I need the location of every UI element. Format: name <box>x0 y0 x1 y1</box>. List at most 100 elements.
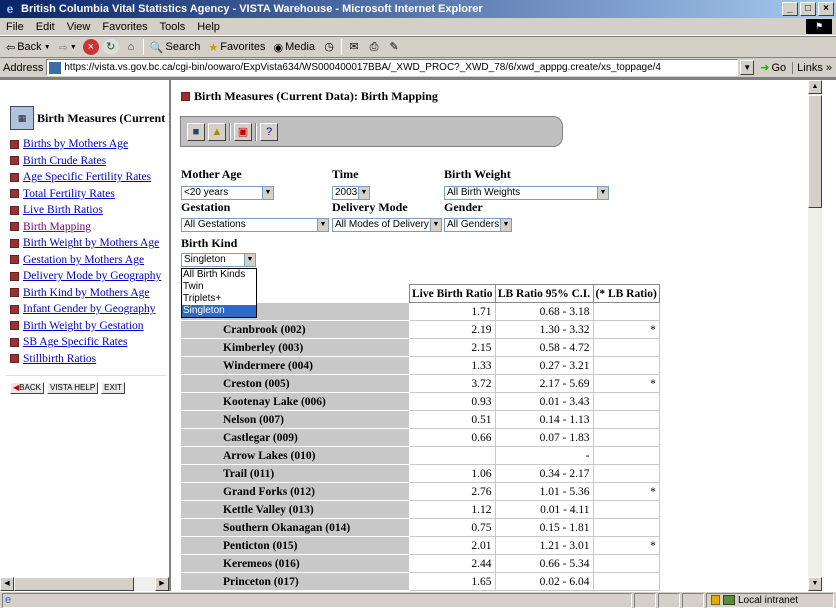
birth-kind-dropdown-list: All Birth Kinds Twin Triplets+ Singleton <box>181 268 257 318</box>
menu-file[interactable]: File <box>0 21 30 33</box>
nav-item[interactable]: Birth Weight by Mothers Age <box>10 235 169 252</box>
star-cell <box>592 410 660 429</box>
scroll-thumb[interactable] <box>808 95 822 208</box>
calendar-icon[interactable]: ▣ <box>234 122 252 141</box>
menu-help[interactable]: Help <box>191 21 226 33</box>
address-dropdown-icon[interactable]: ▼ <box>740 60 755 75</box>
main-vertical-scrollbar[interactable]: ▲ ▼ <box>808 80 822 591</box>
nav-link[interactable]: SB Age Specific Rates <box>23 336 127 348</box>
nav-link[interactable]: Total Fertility Rates <box>23 188 115 200</box>
nav-link[interactable]: Age Specific Fertility Rates <box>23 171 151 183</box>
delivery-mode-select[interactable]: All Modes of Delivery ▼ <box>332 218 442 232</box>
ci-cell: 0.02 - 6.04 <box>494 572 594 591</box>
toolbar: ⇦ Back ▼ ⇨ ▼ × ↻ ⌂ 🔍 Search ★ Favorites … <box>0 36 836 58</box>
nav-link[interactable]: Infant Gender by Geography <box>23 303 156 315</box>
nav-item[interactable]: Birth Weight by Gestation <box>10 318 169 335</box>
nav-item[interactable]: Birth Crude Rates <box>10 153 169 170</box>
time-select[interactable]: 2003 ▼ <box>332 186 370 200</box>
nav-link[interactable]: Stillbirth Ratios <box>23 353 96 365</box>
gestation-select[interactable]: All Gestations ▼ <box>181 218 329 232</box>
mail-icon[interactable]: ✉ <box>346 39 362 55</box>
gender-select[interactable]: All Genders ▼ <box>444 218 512 232</box>
close-button[interactable]: × <box>818 2 834 16</box>
menu-edit[interactable]: Edit <box>30 21 61 33</box>
dropdown-option[interactable]: Triplets+ <box>182 293 256 305</box>
forward-button[interactable]: ⇨ ▼ <box>57 37 79 57</box>
help-icon[interactable]: ? <box>260 122 278 141</box>
vista-help-button[interactable]: VISTA HELP <box>46 382 99 394</box>
birth-kind-select[interactable]: Singleton ▼ <box>181 253 256 267</box>
scroll-thumb[interactable] <box>14 577 134 591</box>
nav-item[interactable]: SB Age Specific Rates <box>10 334 169 351</box>
nav-item[interactable]: Age Specific Fertility Rates <box>10 169 169 186</box>
scroll-track[interactable] <box>134 577 155 591</box>
area-cell: Arrow Lakes (010) <box>180 446 410 465</box>
dropdown-option-selected[interactable]: Singleton <box>182 305 256 317</box>
back-arrow-icon: ⇦ <box>6 41 16 54</box>
menu-favorites[interactable]: Favorites <box>96 21 153 33</box>
nav-link[interactable]: Births by Mothers Age <box>23 138 128 150</box>
main-frame: Birth Measures (Current Data): Birth Map… <box>173 80 822 591</box>
area-cell: Trail (011) <box>180 464 410 483</box>
scroll-left-icon[interactable]: ◀ <box>0 577 14 591</box>
dropdown-option[interactable]: All Birth Kinds <box>182 269 256 281</box>
left-horizontal-scrollbar[interactable]: ◀ ▶ <box>0 577 169 591</box>
nav-item[interactable]: Birth Kind by Mothers Age <box>10 285 169 302</box>
favorites-button[interactable]: ★ Favorites <box>206 37 267 57</box>
nav-item[interactable]: Delivery Mode by Geography <box>10 268 169 285</box>
back-nav-button[interactable]: ◀BACK <box>10 382 44 394</box>
scroll-down-icon[interactable]: ▼ <box>808 577 822 591</box>
nav-link[interactable]: Birth Crude Rates <box>23 155 106 167</box>
cube-icon <box>10 172 19 182</box>
home-icon[interactable]: ⌂ <box>123 39 139 55</box>
menu-tools[interactable]: Tools <box>154 21 192 33</box>
nav-item[interactable]: Total Fertility Rates <box>10 186 169 203</box>
address-bar: Address https://vista.vs.gov.bc.ca/cgi-b… <box>0 58 836 78</box>
refresh-icon[interactable]: ↻ <box>102 39 119 55</box>
cube-icon <box>10 354 19 364</box>
scroll-up-icon[interactable]: ▲ <box>808 80 822 94</box>
intranet-icon <box>723 595 735 605</box>
history-icon[interactable]: ◷ <box>321 39 337 55</box>
nav-link[interactable]: Birth Kind by Mothers Age <box>23 287 150 299</box>
nav-item[interactable]: Births by Mothers Age <box>10 136 169 153</box>
nav-link[interactable]: Birth Weight by Gestation <box>23 320 144 332</box>
cube-view-icon[interactable]: ■ <box>187 122 205 141</box>
nav-item[interactable]: Live Birth Ratios <box>10 202 169 219</box>
go-button[interactable]: ➜ Go <box>754 61 792 75</box>
chevron-down-icon: ▼ <box>500 219 511 231</box>
nav-link[interactable]: Delivery Mode by Geography <box>23 270 161 282</box>
birth-weight-select[interactable]: All Birth Weights ▼ <box>444 186 609 200</box>
menu-view[interactable]: View <box>61 21 97 33</box>
table-row: Windermere (004) 1.33 0.27 - 3.21 <box>180 356 660 375</box>
nav-item[interactable]: Stillbirth Ratios <box>10 351 169 368</box>
search-button[interactable]: 🔍 Search <box>148 37 203 57</box>
cube-icon <box>10 271 19 281</box>
links-button[interactable]: Links » <box>792 61 836 74</box>
nav-item[interactable]: Birth Mapping <box>10 219 169 236</box>
minimize-button[interactable]: _ <box>782 2 798 16</box>
media-button[interactable]: ◉ Media <box>271 37 317 57</box>
stop-icon[interactable]: × <box>82 39 99 55</box>
nav-item[interactable]: Infant Gender by Geography <box>10 301 169 318</box>
nav-link[interactable]: Birth Weight by Mothers Age <box>23 237 159 249</box>
ratio-cell: 0.93 <box>409 392 496 411</box>
mother-age-select[interactable]: <20 years ▼ <box>181 186 274 200</box>
nav-link[interactable]: Birth Mapping <box>23 221 91 233</box>
exit-button[interactable]: EXIT <box>101 382 125 394</box>
export-icon[interactable]: ▲ <box>208 122 226 141</box>
print-icon[interactable]: ⎙ <box>366 39 382 55</box>
edit-icon[interactable]: ✎ <box>386 39 402 55</box>
nav-link[interactable]: Gestation by Mothers Age <box>23 254 144 266</box>
maximize-button[interactable]: □ <box>800 2 816 16</box>
dropdown-option[interactable]: Twin <box>182 281 256 293</box>
cube-icon <box>10 288 19 298</box>
ci-cell: 1.01 - 5.36 <box>494 482 594 501</box>
address-input[interactable]: https://vista.vs.gov.bc.ca/cgi-bin/oowar… <box>46 59 739 76</box>
nav-item[interactable]: Gestation by Mothers Age <box>10 252 169 269</box>
nav-link[interactable]: Live Birth Ratios <box>23 204 103 216</box>
scroll-right-icon[interactable]: ▶ <box>155 577 169 591</box>
header-star: (* LB Ratio) <box>592 284 660 303</box>
area-cell: Penticton (015) <box>180 536 410 555</box>
back-button[interactable]: ⇦ Back ▼ <box>4 37 53 57</box>
